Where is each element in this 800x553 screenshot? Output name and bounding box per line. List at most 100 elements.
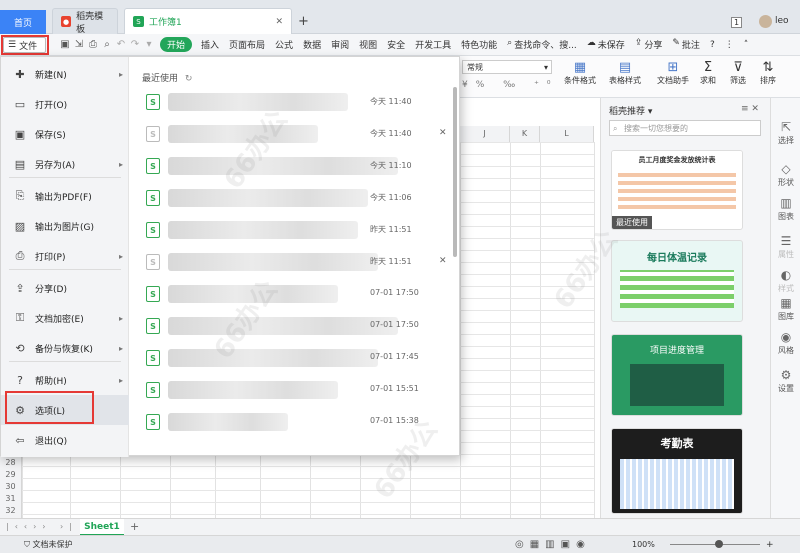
file-name-blurred — [168, 317, 398, 335]
file-menu-item[interactable]: ▭ 打开(O) — [1, 89, 129, 119]
recent-file-row[interactable]: S 07-01 15:38 — [142, 407, 442, 437]
zoom-in-icon[interactable]: + — [766, 540, 774, 550]
right-sidebar-item[interactable]: ◐ 样式 — [771, 268, 800, 294]
comment-button[interactable]: ✎ 批注 — [667, 38, 705, 51]
protection-status[interactable]: ⛉ 文档未保护 — [24, 539, 73, 550]
recent-file-row[interactable]: S 07-01 15:51 — [142, 375, 442, 405]
recent-file-row[interactable]: S 07-01 17:50 — [142, 311, 442, 341]
tab-home[interactable]: 首页 — [0, 10, 46, 34]
file-menu-item[interactable]: ⇪ 分享(D) — [1, 273, 129, 303]
preview-icon[interactable]: ⌕ — [100, 38, 114, 52]
right-sidebar-item[interactable]: ▦ 图库 — [771, 296, 800, 322]
menu-security[interactable]: 安全 — [382, 38, 410, 51]
menu-formula[interactable]: 公式 — [270, 38, 298, 51]
filter-button[interactable]: ⊽ 筛选 — [725, 60, 751, 86]
menu-start[interactable]: 开始 — [160, 37, 193, 52]
menu-review[interactable]: 审阅 — [326, 38, 354, 51]
undo-icon[interactable]: ↶ — [114, 38, 128, 52]
command-search[interactable]: ⌕ 查找命令、搜... — [502, 38, 582, 51]
more-options-icon[interactable]: ⋮ — [720, 40, 739, 50]
right-sidebar-item[interactable]: ◉ 风格 — [771, 330, 800, 356]
sheet-nav-arrows[interactable]: |‹‹›› ›| — [6, 522, 78, 531]
right-sidebar-item[interactable]: ☰ 属性 — [771, 234, 800, 260]
file-menu-item[interactable]: ▨ 输出为图片(G) — [1, 211, 129, 241]
add-sheet-button[interactable]: + — [130, 520, 139, 533]
zoom-level[interactable]: 100% — [632, 540, 655, 549]
recent-file-row[interactable]: S 07-01 17:45 — [142, 343, 442, 373]
user-name[interactable]: leo — [775, 16, 789, 26]
collapse-ribbon-icon[interactable]: ˄ — [739, 40, 754, 50]
recent-file-row[interactable]: S 昨天 11:51 — [142, 215, 442, 245]
avatar[interactable] — [759, 15, 772, 28]
redo-icon[interactable]: ↷ — [128, 38, 142, 52]
sum-button[interactable]: Σ 求和 — [695, 60, 721, 86]
window-count-badge[interactable]: 1 — [731, 17, 742, 28]
file-menu-item[interactable]: ⟲ 备份与恢复(K) ▸ — [1, 333, 129, 363]
format-icons[interactable]: ¥% ‰ ⁺⁰ — [462, 80, 558, 90]
recent-file-row[interactable]: S 今天 11:40 — [142, 87, 442, 117]
file-menu-item[interactable]: ⇦ 退出(Q) — [1, 425, 129, 455]
view-mode-icons[interactable]: ◎▦▥▣◉ — [515, 539, 591, 550]
more-icon[interactable]: ▾ — [142, 38, 156, 52]
save-icon[interactable]: ▣ — [58, 38, 72, 52]
refresh-icon[interactable]: ↻ — [185, 74, 193, 84]
menu-data[interactable]: 数据 — [298, 38, 326, 51]
file-menu-item[interactable]: ✚ 新建(N) ▸ — [1, 59, 129, 89]
file-menu-item[interactable]: ▣ 保存(S) — [1, 119, 129, 149]
submenu-arrow-icon: ▸ — [118, 69, 123, 79]
sheet-tab[interactable]: Sheet1 — [80, 519, 124, 536]
file-time: 07-01 17:50 — [370, 288, 419, 297]
file-time: 07-01 17:50 — [370, 320, 419, 329]
recent-file-row[interactable]: S 07-01 17:50 — [142, 279, 442, 309]
menu-features[interactable]: 特色功能 — [456, 38, 502, 51]
help-button[interactable]: ? — [705, 40, 720, 50]
recent-file-row[interactable]: S 今天 11:06 — [142, 183, 442, 213]
template-card-attendance[interactable]: 考勤表 — [611, 428, 743, 514]
unsaved-status[interactable]: ☁ 未保存 — [582, 38, 630, 51]
menu-insert[interactable]: 插入 — [196, 38, 224, 51]
file-time: 07-01 17:45 — [370, 352, 419, 361]
sort-button[interactable]: ⇅ 排序 — [755, 60, 781, 86]
panel-menu-icon[interactable]: ≡ ✕ — [741, 104, 759, 114]
right-sidebar-item[interactable]: ◇ 形状 — [771, 162, 800, 188]
menu-page-layout[interactable]: 页面布局 — [224, 38, 270, 51]
template-card-progress[interactable]: 项目进度管理 — [611, 334, 743, 416]
submenu-arrow-icon: ▸ — [118, 343, 123, 353]
file-menu-item-label: 另存为(A) — [35, 160, 76, 171]
zoom-handle[interactable] — [715, 540, 723, 548]
table-style-button[interactable]: ▤ 表格样式 — [605, 60, 645, 86]
column-header-l[interactable]: L — [540, 126, 594, 142]
menu-view[interactable]: 视图 — [354, 38, 382, 51]
property-icon: ☰ — [780, 234, 792, 248]
file-menu-item[interactable]: ▤ 另存为(A) ▸ — [1, 149, 129, 179]
add-tab-button[interactable]: + — [298, 14, 309, 29]
doc-assistant-button[interactable]: ⊞ 文档助手 — [655, 60, 691, 86]
export-icon[interactable]: ⇲ — [72, 38, 86, 52]
column-header-k[interactable]: K — [510, 126, 540, 142]
tab-workbook[interactable]: S 工作簿1 ✕ — [124, 8, 292, 34]
remove-recent-icon[interactable]: ✕ — [439, 256, 447, 266]
tab-docer-templates[interactable]: ● 稻壳模板 — [52, 8, 118, 35]
template-card-bonus[interactable]: 员工月度奖金发放统计表 最近使用 — [611, 150, 743, 230]
recent-file-row[interactable]: S 今天 11:10 — [142, 151, 442, 181]
menu-developer[interactable]: 开发工具 — [410, 38, 456, 51]
conditional-format-button[interactable]: ▦ 条件格式 — [560, 60, 600, 86]
file-menu-item[interactable]: ⎘ 输出为PDF(F) — [1, 181, 129, 211]
share-button[interactable]: ⇪ 分享 — [630, 38, 668, 51]
template-search-input[interactable]: ⌕ 搜索一切您想要的 — [609, 120, 761, 136]
template-card-temperature[interactable]: 每日体温记录 — [611, 240, 743, 322]
assistant-icon: ⊞ — [667, 60, 679, 75]
file-menu-item[interactable]: ⚿ 文档加密(E) ▸ — [1, 303, 129, 333]
print-icon[interactable]: ⎙ — [86, 38, 100, 52]
column-header-j[interactable]: J — [460, 126, 510, 142]
number-format-select[interactable]: 常规 ▾ — [462, 60, 552, 74]
file-menu-item[interactable]: ⎙ 打印(P) ▸ — [1, 241, 129, 271]
row-header-32[interactable]: 32 — [0, 504, 22, 518]
right-sidebar-item[interactable]: ⚙ 设置 — [771, 368, 800, 394]
right-sidebar-item[interactable]: ⇱ 选择 — [771, 120, 800, 146]
recent-file-row[interactable]: S 昨天 11:51 ✕ — [142, 247, 447, 277]
remove-recent-icon[interactable]: ✕ — [439, 128, 447, 138]
close-tab-icon[interactable]: ✕ — [275, 17, 283, 27]
right-sidebar-item[interactable]: ▥ 图表 — [771, 196, 800, 222]
recent-scrollbar[interactable] — [453, 87, 457, 257]
